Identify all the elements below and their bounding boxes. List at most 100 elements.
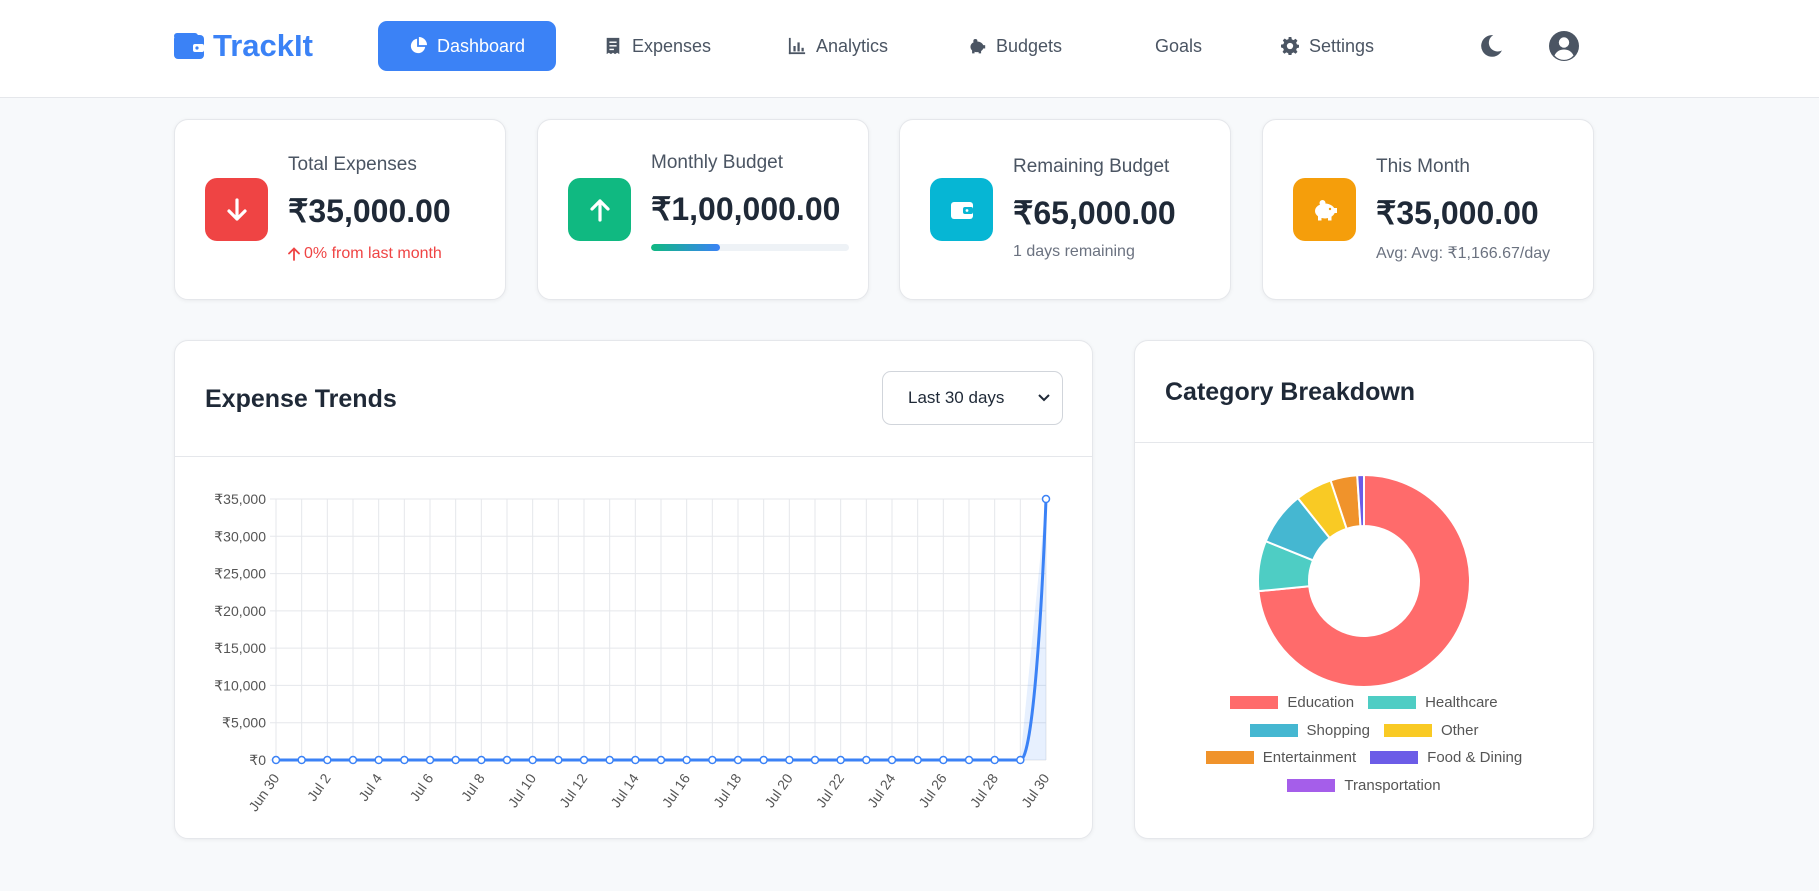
- data-point: [631, 755, 640, 765]
- data-point: [836, 755, 845, 765]
- legend-item[interactable]: Education: [1230, 694, 1354, 711]
- legend-label: Other: [1440, 721, 1479, 739]
- data-point: [323, 755, 332, 765]
- nav-goals[interactable]: Goals: [1155, 21, 1202, 71]
- panel-divider: [1135, 442, 1593, 443]
- y-tick-label: ₹30,000: [214, 528, 266, 544]
- data-point: [939, 755, 948, 765]
- legend-swatch: [1230, 696, 1279, 710]
- category-breakdown-title: Category Breakdown: [1165, 378, 1416, 406]
- x-tick-label: Jul 6: [406, 770, 436, 804]
- stat-card-total-expenses: Total Expenses ₹35,000.00 0% from last m…: [174, 119, 506, 300]
- piggy-bank-icon: [970, 39, 986, 54]
- nav-budgets[interactable]: Budgets: [968, 21, 1062, 71]
- x-tick-label: Jul 8: [458, 770, 488, 804]
- expense-trends-title: Expense Trends: [205, 385, 397, 413]
- nav-analytics-label: Analytics: [816, 35, 889, 56]
- nav-dashboard-label: Dashboard: [436, 35, 526, 56]
- budget-progress-bar: [651, 244, 849, 251]
- arrow-up-icon: [589, 198, 610, 222]
- data-point: [964, 755, 974, 765]
- date-range-select[interactable]: Last 30 days: [882, 371, 1063, 425]
- data-point: [605, 755, 614, 765]
- x-tick-label: Jul 20: [761, 770, 796, 810]
- data-point: [1041, 494, 1051, 504]
- pie-chart-icon: [410, 37, 427, 54]
- wallet-icon: [174, 33, 204, 59]
- stat-value: ₹65,000.00: [1013, 195, 1176, 231]
- x-tick-label: Jun 30: [245, 770, 282, 814]
- data-point: [425, 755, 435, 765]
- profile-button[interactable]: [1547, 29, 1581, 63]
- data-point: [656, 755, 666, 765]
- expense-trend-chart[interactable]: ₹0 ₹5,000 ₹10,000 ₹15,000 ₹20,000 ₹25,000 ₹30,…: [175, 457, 1092, 840]
- legend-item[interactable]: Transportation: [1287, 776, 1441, 794]
- moon-icon: [1481, 35, 1502, 57]
- data-point: [502, 755, 512, 765]
- legend-row: Shopping Other: [1135, 717, 1593, 745]
- stat-label: This Month: [1376, 156, 1470, 177]
- legend-label: Transportation: [1344, 776, 1441, 794]
- data-point: [579, 755, 589, 765]
- stat-icon-this-month: [1293, 178, 1356, 241]
- y-tick-label: ₹15,000: [214, 640, 266, 656]
- nav-settings[interactable]: Settings: [1281, 21, 1374, 71]
- piggy-bank-icon: [1314, 199, 1337, 220]
- legend-swatch: [1287, 778, 1336, 792]
- legend-swatch: [1370, 751, 1419, 765]
- expense-trends-panel: Expense Trends Last 30 days ₹0 ₹5,000 ₹10,…: [174, 340, 1093, 839]
- legend-swatch: [1205, 751, 1254, 765]
- y-tick-label: ₹10,000: [214, 677, 266, 693]
- nav-dashboard[interactable]: Dashboard: [378, 21, 556, 71]
- stat-change: 0% from last month: [288, 245, 442, 263]
- stat-label: Remaining Budget: [1013, 156, 1170, 177]
- stat-label: Monthly Budget: [651, 152, 784, 173]
- legend-label: Shopping: [1306, 721, 1370, 739]
- data-point: [477, 755, 486, 765]
- brand-logo[interactable]: TrackIt: [173, 28, 313, 64]
- y-tick-label: ₹35,000: [214, 491, 266, 507]
- data-point: [759, 755, 768, 765]
- theme-toggle-button[interactable]: [1473, 29, 1507, 63]
- data-point: [451, 755, 460, 765]
- category-donut-chart[interactable]: [1135, 451, 1593, 711]
- x-tick-label: Jul 2: [304, 770, 334, 804]
- data-point: [374, 755, 383, 765]
- legend-item[interactable]: Healthcare: [1368, 694, 1498, 711]
- chevron-down-icon: [1038, 394, 1050, 402]
- user-circle-icon: [1549, 31, 1579, 61]
- x-tick-label: Jul 4: [355, 770, 385, 804]
- legend-row: Education Healthcare: [1135, 689, 1593, 717]
- budget-progress-fill: [651, 244, 721, 251]
- legend-item[interactable]: Entertainment: [1205, 749, 1356, 766]
- x-tick-label: Jul 10: [505, 770, 540, 810]
- legend-item[interactable]: Other: [1383, 721, 1479, 739]
- category-legend: Education Healthcare Shopping Other Entertai…: [1135, 689, 1593, 799]
- arrow-up-icon: [288, 247, 300, 261]
- nav-goals-label: Goals: [1155, 35, 1203, 56]
- x-tick-label: Jul 16: [659, 770, 694, 810]
- data-point: [271, 755, 281, 765]
- legend-label: Education: [1287, 694, 1355, 712]
- stat-icon-total-expenses: [205, 178, 268, 241]
- bar-chart-icon: [788, 37, 806, 55]
- nav-expenses[interactable]: Expenses: [604, 21, 711, 71]
- x-tick-label: Jul 28: [967, 770, 1002, 810]
- data-point: [1016, 755, 1025, 765]
- data-point: [297, 755, 306, 765]
- nav-analytics[interactable]: Analytics: [788, 21, 888, 71]
- data-point: [400, 755, 409, 765]
- stat-icon-monthly-budget: [568, 178, 631, 241]
- stat-card-remaining-budget: Remaining Budget ₹65,000.00 1 days remai…: [899, 119, 1231, 300]
- data-point: [990, 755, 999, 765]
- nav-settings-label: Settings: [1309, 35, 1375, 56]
- x-tick-label: Jul 14: [607, 770, 642, 810]
- data-point: [810, 755, 820, 765]
- data-point: [785, 755, 794, 765]
- stat-sub: Avg: Avg: ₹1,166.67/day: [1376, 245, 1551, 262]
- legend-item[interactable]: Shopping: [1249, 721, 1370, 739]
- stat-sub: 1 days remaining: [1013, 243, 1135, 260]
- legend-item[interactable]: Food & Dining: [1370, 749, 1522, 766]
- top-navbar: TrackIt Dashboard Expenses Analytics Bud…: [0, 0, 1819, 98]
- y-tick-label: ₹20,000: [214, 603, 266, 619]
